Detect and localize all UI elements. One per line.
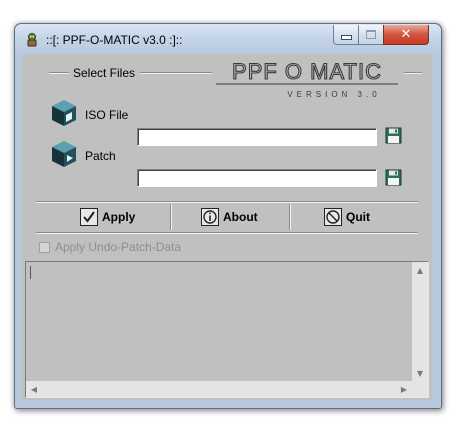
scroll-left-icon[interactable]: ◀ bbox=[26, 381, 42, 397]
vertical-scrollbar[interactable]: ▲ ▼ bbox=[412, 262, 428, 381]
scroll-right-icon[interactable]: ▶ bbox=[396, 381, 412, 397]
quit-label: Quit bbox=[346, 210, 370, 224]
horizontal-scrollbar[interactable]: ◀ ▶ bbox=[26, 381, 412, 397]
group-rule bbox=[49, 72, 69, 74]
undo-patch-checkbox[interactable] bbox=[39, 241, 50, 253]
iso-file-label: ISO File bbox=[85, 108, 129, 122]
window-title: ::[: PPF-O-MATIC v3.0 :]:: bbox=[46, 33, 183, 47]
floppy-disk-icon[interactable] bbox=[385, 169, 402, 186]
scroll-up-icon[interactable]: ▲ bbox=[412, 262, 428, 278]
ppf-o-matic-logo: PPF O MATIC VERSION 3.0 bbox=[212, 57, 402, 101]
about-label: About bbox=[223, 210, 258, 224]
cube-icon bbox=[52, 100, 76, 126]
group-rule bbox=[140, 72, 212, 74]
patch-label: Patch bbox=[85, 149, 116, 163]
title-bar[interactable]: ::[: PPF-O-MATIC v3.0 :]:: ✕ bbox=[15, 24, 441, 54]
mascot-icon bbox=[27, 33, 37, 47]
undo-patch-label: Apply Undo-Patch-Data bbox=[55, 240, 182, 254]
log-output[interactable]: ▲ ▼ ◀ ▶ bbox=[25, 261, 429, 398]
checkmark-icon bbox=[80, 208, 98, 226]
close-button[interactable]: ✕ bbox=[383, 25, 429, 45]
about-button[interactable]: About bbox=[201, 206, 258, 228]
logo-title: PPF O MATIC bbox=[232, 59, 382, 84]
floppy-disk-icon[interactable] bbox=[385, 127, 402, 144]
separator bbox=[170, 204, 172, 230]
app-window: ::[: PPF-O-MATIC v3.0 :]:: ✕ Select File… bbox=[14, 23, 442, 409]
scrollbar-corner bbox=[412, 381, 428, 397]
text-caret bbox=[30, 266, 31, 279]
close-icon: ✕ bbox=[400, 27, 412, 42]
cube-arrow-icon bbox=[52, 141, 76, 167]
minimize-button[interactable] bbox=[333, 25, 359, 45]
apply-label: Apply bbox=[102, 210, 136, 224]
apply-button[interactable]: Apply bbox=[80, 206, 135, 228]
divider bbox=[36, 232, 418, 234]
maximize-icon bbox=[366, 30, 376, 39]
quit-button[interactable]: Quit bbox=[324, 206, 370, 228]
iso-file-field[interactable] bbox=[137, 128, 377, 146]
info-icon bbox=[201, 208, 219, 226]
minimize-icon bbox=[340, 35, 352, 40]
patch-field[interactable] bbox=[137, 169, 377, 187]
undo-patch-option[interactable]: Apply Undo-Patch-Data bbox=[39, 239, 181, 255]
group-rule bbox=[404, 72, 422, 74]
group-label-select-files: Select Files bbox=[73, 66, 136, 80]
scroll-down-icon[interactable]: ▼ bbox=[412, 365, 428, 381]
logo-version: VERSION 3.0 bbox=[287, 90, 380, 99]
divider bbox=[36, 201, 418, 203]
separator bbox=[289, 204, 291, 230]
no-entry-icon bbox=[324, 208, 342, 226]
client-area: Select Files PPF O MATIC VERSION 3.0 ISO… bbox=[22, 54, 432, 400]
maximize-button[interactable] bbox=[358, 25, 384, 45]
